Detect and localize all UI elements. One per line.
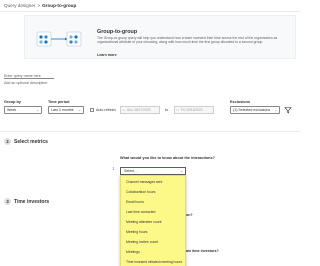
- auto-refresh-checkbox[interactable]: [90, 108, 95, 113]
- start-date-value: Sun, 06/17/2023: [127, 108, 151, 112]
- end-date-value: Fri, 09/15/2023: [181, 108, 203, 112]
- end-date-picker[interactable]: □ Fri, 09/15/2023: [174, 106, 214, 114]
- learn-more-link[interactable]: Learn more: [97, 53, 117, 57]
- calendar-icon: □: [122, 108, 125, 112]
- section-number-badge: 3: [4, 198, 11, 205]
- metric-option[interactable]: Meeting invitee count: [126, 240, 158, 244]
- metric-select-placeholder: Select...: [124, 169, 137, 173]
- chevron-down-icon: ⌄: [78, 108, 81, 112]
- breadcrumb-root[interactable]: Query designer: [4, 3, 35, 8]
- group-by-select[interactable]: Week ⌄: [4, 106, 42, 114]
- filter-icon[interactable]: [284, 106, 292, 114]
- metrics-question: What would you like to know about the in…: [120, 156, 215, 160]
- metric-option[interactable]: Collaboration hours: [126, 190, 155, 194]
- chevron-down-icon: ⌄: [180, 169, 183, 173]
- metric-option[interactable]: Meetings: [126, 250, 140, 254]
- metric-option[interactable]: Email hours: [126, 200, 144, 204]
- breadcrumb-separator: >: [37, 3, 41, 8]
- add-description-link[interactable]: Add an optional description: [4, 81, 47, 85]
- date-range-to-label: to: [165, 108, 168, 112]
- exclusions-select[interactable]: (1) Selected exclusions ⌄: [230, 106, 280, 114]
- exclusions-value: (1) Selected exclusions: [233, 108, 271, 112]
- group-by-value: Week: [7, 108, 17, 112]
- investors-question-fragment-2: ain time investors?: [186, 249, 219, 253]
- group-to-group-illustration-icon: [36, 31, 82, 47]
- time-period-value: Last 3 months: [51, 108, 74, 112]
- exclusions-label: Exclusions: [230, 100, 251, 104]
- metric-option[interactable]: Meeting attendee count: [126, 220, 161, 224]
- section-number-badge: 2: [4, 138, 11, 145]
- time-period-label: Time period: [48, 100, 70, 104]
- header-divider: [0, 11, 300, 12]
- start-date-picker[interactable]: □ Sun, 06/17/2023: [120, 106, 160, 114]
- metric-option[interactable]: Channel messages sent: [126, 180, 162, 184]
- metric-options-menu: Channel messages sent Collaboration hour…: [120, 175, 186, 266]
- investors-question-fragment: on?: [186, 213, 193, 217]
- time-period-select[interactable]: Last 3 months ⌄: [48, 106, 84, 114]
- move-handle-icon[interactable]: ↕: [112, 166, 118, 174]
- section-divider: [0, 131, 300, 132]
- breadcrumb-current: Group-to-group: [42, 3, 77, 8]
- group-by-label: Group by: [4, 100, 21, 104]
- chevron-down-icon: ⌄: [36, 108, 39, 112]
- calendar-icon: □: [176, 108, 179, 112]
- auto-refresh-label: Auto refresh: [96, 108, 116, 112]
- breadcrumb: Query designer > Group-to-group: [4, 3, 76, 8]
- select-metrics-title: Select metrics: [14, 139, 48, 145]
- query-name-input[interactable]: [4, 73, 54, 79]
- hero-title: Group-to-group: [97, 29, 138, 35]
- hero-description: The Group-to-group query will help you u…: [97, 36, 278, 45]
- metric-option[interactable]: Last time contacted: [126, 210, 155, 214]
- metric-option[interactable]: Time invested initiated meeting hours: [126, 260, 182, 264]
- metric-option[interactable]: Meeting hours: [126, 230, 148, 234]
- metric-select-dropdown[interactable]: Select... ⌄: [120, 167, 186, 175]
- time-investors-title: Time investors: [14, 199, 50, 205]
- chevron-down-icon: ⌄: [274, 108, 277, 112]
